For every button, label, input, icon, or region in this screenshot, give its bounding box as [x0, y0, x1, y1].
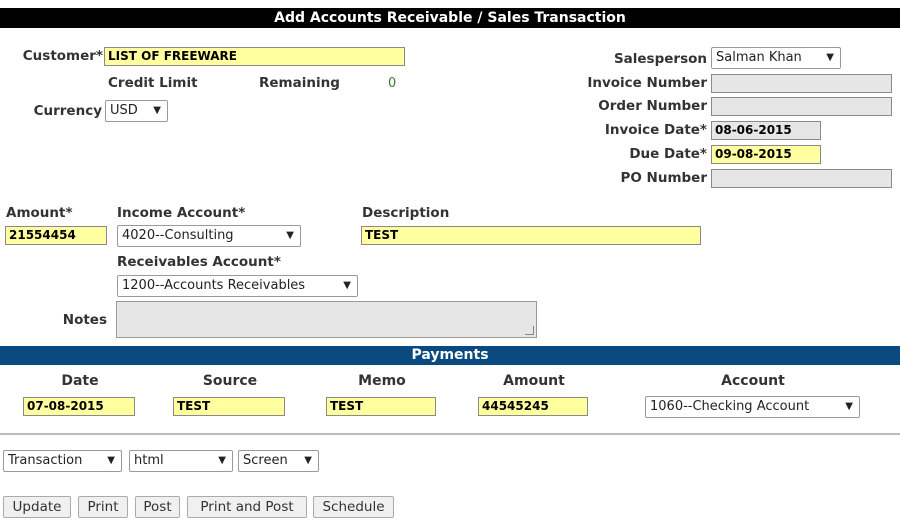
chevron-down-icon: ▼	[107, 455, 115, 466]
payments-account-header: Account	[721, 373, 785, 389]
print-and-post-button[interactable]: Print and Post	[187, 496, 307, 518]
income-account-label: Income Account*	[117, 205, 246, 221]
chevron-down-icon: ▼	[153, 105, 161, 116]
payment-account-select[interactable]: 1060--Checking Account ▼	[645, 396, 860, 418]
notes-label: Notes	[62, 312, 107, 328]
description-label: Description	[362, 205, 450, 221]
payments-amount-header: Amount	[503, 373, 565, 389]
schedule-button[interactable]: Schedule	[313, 496, 394, 518]
payment-account-select-value: 1060--Checking Account	[650, 399, 810, 414]
output-format-select-value: html	[134, 453, 164, 468]
chevron-down-icon: ▼	[343, 280, 351, 291]
invoice-date-input[interactable]: 08-06-2015	[711, 121, 821, 140]
receivables-account-select[interactable]: 1200--Accounts Receivables ▼	[117, 275, 358, 297]
salesperson-select-value: Salman Khan	[716, 50, 802, 65]
payment-date-input[interactable]: 07-08-2015	[23, 397, 135, 416]
payments-date-header: Date	[61, 373, 99, 389]
output-type-select[interactable]: Transaction ▼	[3, 450, 122, 472]
due-date-label: Due Date*	[629, 146, 707, 162]
invoice-date-label: Invoice Date*	[604, 122, 707, 138]
description-input[interactable]: TEST	[361, 226, 701, 245]
po-number-label: PO Number	[620, 170, 707, 186]
currency-select-value: USD	[110, 103, 138, 118]
payment-amount-input[interactable]: 44545245	[478, 397, 588, 416]
page-title: Add Accounts Receivable / Sales Transact…	[0, 8, 900, 28]
income-account-select[interactable]: 4020--Consulting ▼	[117, 225, 301, 247]
credit-limit-label: Credit Limit	[108, 75, 198, 91]
invoice-number-label: Invoice Number	[587, 75, 707, 91]
output-type-select-value: Transaction	[8, 453, 83, 468]
amount-input[interactable]: 21554454	[5, 226, 107, 245]
customer-input[interactable]: LIST OF FREEWARE	[104, 47, 405, 66]
invoice-number-input[interactable]	[711, 74, 892, 93]
chevron-down-icon: ▼	[304, 455, 312, 466]
divider	[0, 433, 900, 435]
post-button[interactable]: Post	[135, 496, 180, 518]
receivables-account-label: Receivables Account*	[117, 254, 281, 270]
resize-grip-icon[interactable]	[525, 326, 534, 335]
payments-source-header: Source	[202, 373, 258, 389]
order-number-input[interactable]	[711, 97, 892, 116]
update-button[interactable]: Update	[3, 496, 71, 518]
remaining-label: Remaining	[259, 75, 340, 91]
chevron-down-icon: ▼	[218, 455, 226, 466]
payment-memo-input[interactable]: TEST	[326, 397, 436, 416]
customer-label: Customer*	[22, 48, 103, 64]
output-media-select-value: Screen	[243, 453, 288, 468]
remaining-value: 0	[388, 76, 397, 91]
currency-label: Currency	[33, 103, 102, 119]
print-button[interactable]: Print	[78, 496, 128, 518]
payments-memo-header: Memo	[358, 373, 406, 389]
payment-source-input[interactable]: TEST	[173, 397, 285, 416]
income-account-select-value: 4020--Consulting	[122, 228, 234, 243]
salesperson-select[interactable]: Salman Khan ▼	[711, 47, 841, 69]
po-number-input[interactable]	[711, 169, 892, 188]
salesperson-label: Salesperson	[613, 51, 707, 67]
chevron-down-icon: ▼	[826, 52, 834, 63]
currency-select[interactable]: USD ▼	[105, 100, 168, 122]
output-format-select[interactable]: html ▼	[129, 450, 233, 472]
order-number-label: Order Number	[598, 98, 707, 114]
payments-header: Payments	[0, 346, 900, 365]
output-media-select[interactable]: Screen ▼	[238, 450, 319, 472]
receivables-account-select-value: 1200--Accounts Receivables	[122, 278, 306, 293]
amount-label: Amount*	[6, 205, 73, 221]
chevron-down-icon: ▼	[286, 230, 294, 241]
due-date-input[interactable]: 09-08-2015	[711, 145, 821, 164]
chevron-down-icon: ▼	[845, 401, 853, 412]
notes-textarea[interactable]	[116, 301, 537, 338]
